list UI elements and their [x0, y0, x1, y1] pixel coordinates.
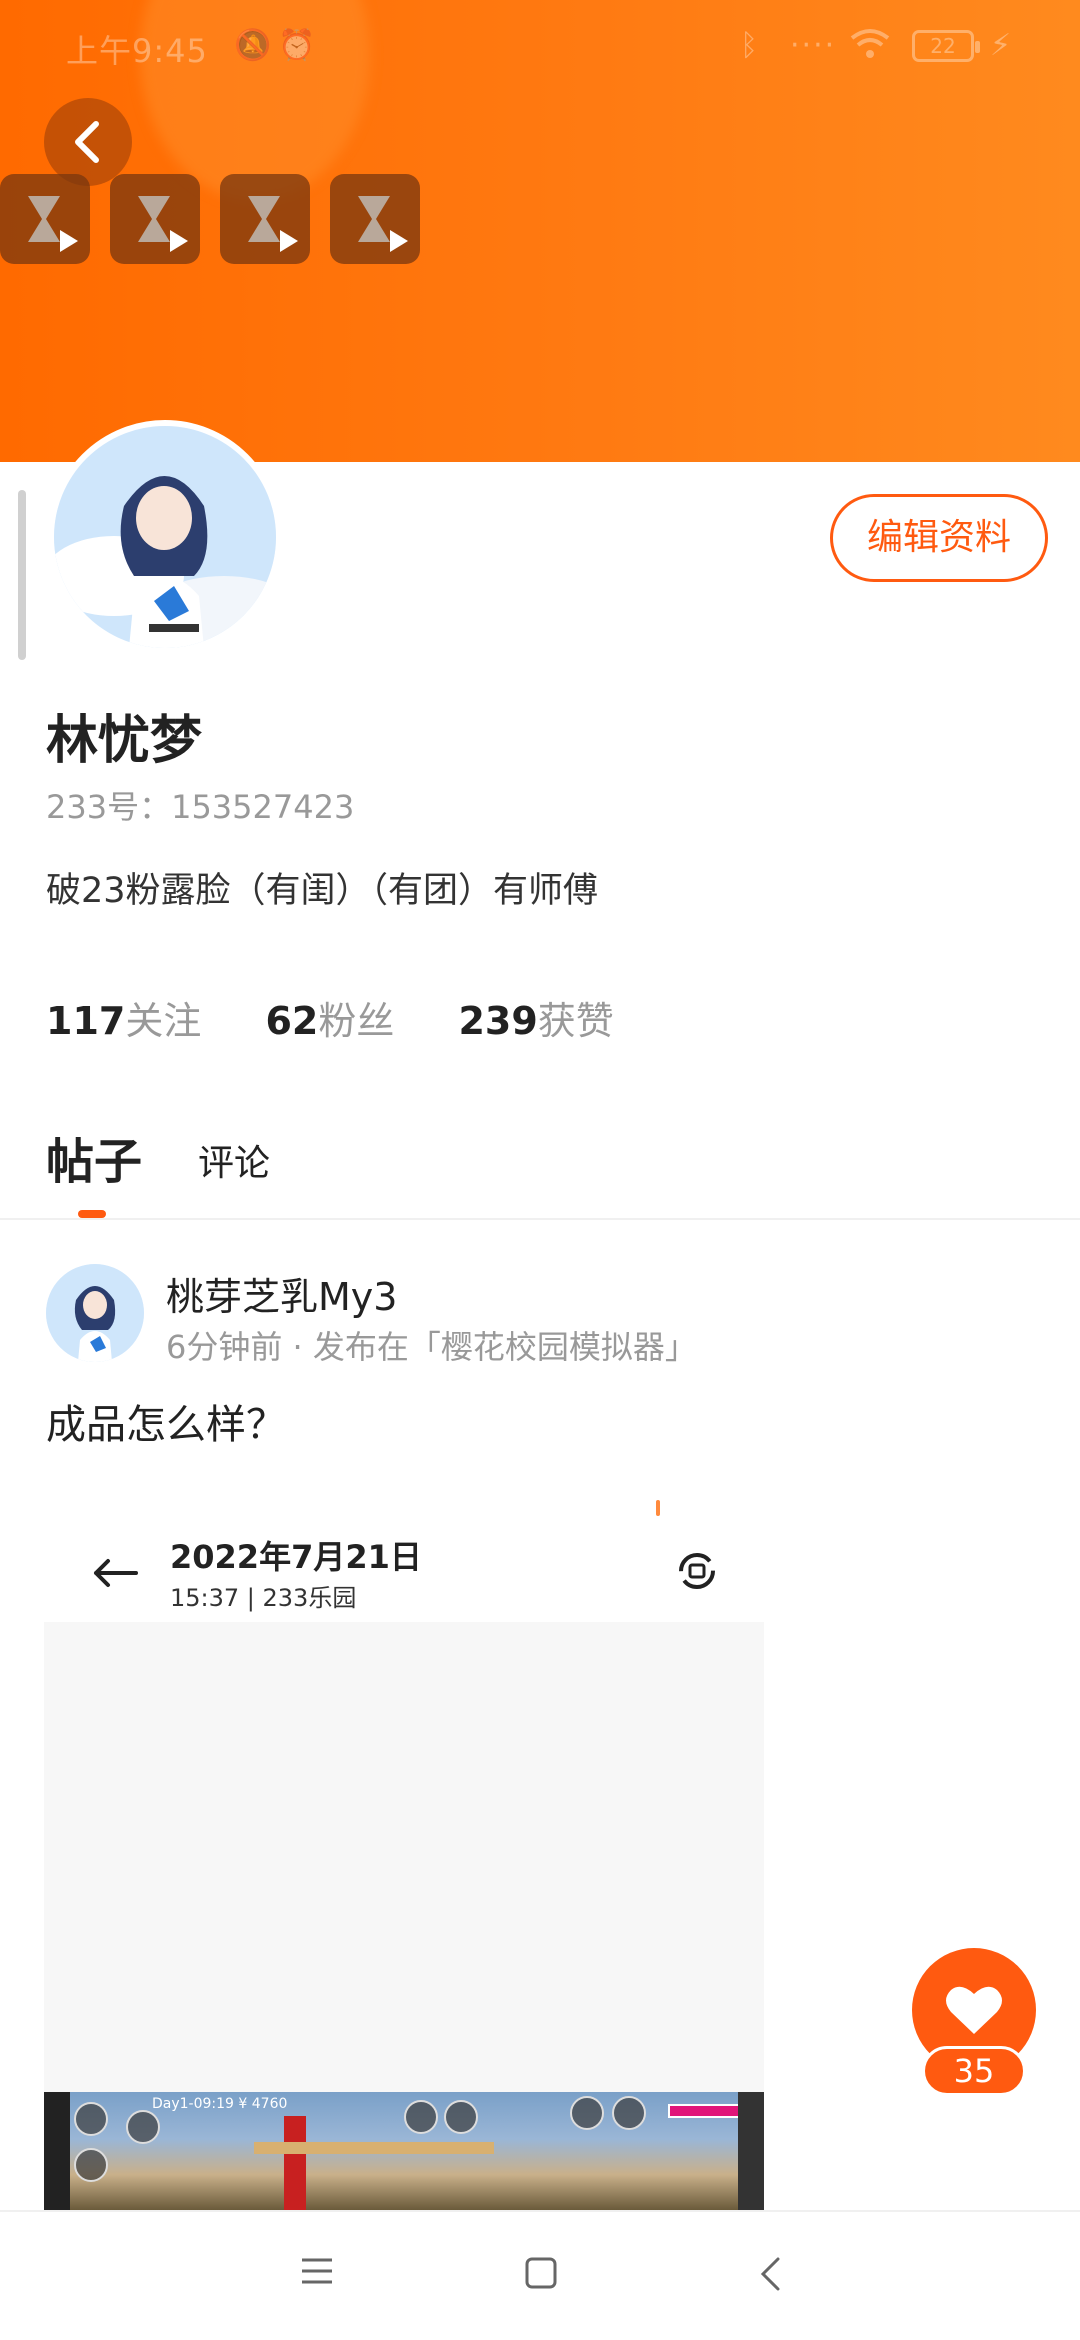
like-count: 35: [922, 2046, 1026, 2096]
status-time: 上午9:45: [66, 32, 208, 70]
image-blank-area: [44, 1622, 764, 2092]
stat-following[interactable]: 117关注: [46, 990, 201, 1045]
rotate-icon: [679, 1553, 715, 1589]
post-author-avatar[interactable]: [46, 1264, 144, 1362]
post-meta: 6分钟前 · 发布在「樱花校园模拟器」: [166, 1328, 697, 1366]
stat-likes-label: 获赞: [537, 999, 614, 1043]
post-author-name[interactable]: 桃芽芝乳My3: [166, 1266, 397, 1321]
stat-following-count: 117: [46, 999, 126, 1043]
stat-following-label: 关注: [125, 999, 202, 1043]
hourglass-play-icon: [358, 196, 390, 242]
tab-posts[interactable]: 帖子: [46, 1122, 142, 1192]
post-avatar-image: [46, 1264, 144, 1362]
profile-name: 林忧梦: [46, 711, 203, 771]
profile-header-banner: 上午9:45 🔕 ⏰ ᛒ ···· 22 ⚡: [0, 0, 1080, 462]
stat-likes[interactable]: 239获赞: [458, 990, 613, 1045]
avatar-image: [54, 426, 276, 648]
divider: [0, 1218, 1080, 1220]
home-icon[interactable]: [524, 2256, 558, 2290]
play-icon: [60, 230, 78, 252]
mute-icon: 🔕: [234, 28, 272, 63]
screenshot-subtitle: 15:37 | 233乐园: [170, 1584, 357, 1612]
stat-likes-count: 239: [458, 999, 538, 1043]
profile-avatar[interactable]: [48, 420, 282, 654]
game-items-button: [74, 2148, 108, 2182]
game-menu-button: [74, 2102, 108, 2136]
post-text: 成品怎么样？: [46, 1402, 286, 1448]
battery-icon: 22: [912, 30, 980, 62]
hourglass-play-icon: [138, 196, 170, 242]
game-gate: [254, 2142, 494, 2202]
game-load-button: [444, 2100, 478, 2134]
game-right-bar: [738, 2092, 764, 2210]
profile-id: 233号：153527423: [46, 788, 355, 826]
stat-followers[interactable]: 62粉丝: [265, 990, 394, 1045]
profile-stats: 117关注 62粉丝 239获赞: [46, 990, 666, 1045]
play-icon: [280, 230, 298, 252]
back-button[interactable]: [44, 98, 132, 186]
system-nav-bar: [0, 2210, 1080, 2340]
image-marker: [656, 1500, 660, 1516]
hourglass-play-icon: [28, 196, 60, 242]
status-bar: 上午9:45 🔕 ⏰ ᛒ ···· 22 ⚡: [0, 22, 1080, 78]
nav-back-icon[interactable]: [758, 2256, 782, 2292]
charging-icon: ⚡: [990, 28, 1012, 63]
bluetooth-icon: ᛒ: [740, 28, 758, 63]
profile-screen: 上午9:45 🔕 ⏰ ᛒ ···· 22 ⚡ 编辑资料 林忧梦 233号：153…: [0, 0, 1080, 2340]
menu-icon[interactable]: [300, 2256, 334, 2286]
signal-icon: ····: [790, 28, 837, 63]
stat-followers-label: 粉丝: [318, 999, 395, 1043]
media-tile-4[interactable]: [330, 174, 420, 264]
media-tile-3[interactable]: [220, 174, 310, 264]
game-photo-button: [612, 2096, 646, 2130]
wifi-icon: [850, 28, 890, 68]
stat-followers-count: 62: [265, 999, 319, 1043]
game-screenshot: Day1-09:19 ¥ 4760: [44, 2092, 764, 2210]
edit-profile-button[interactable]: 编辑资料: [830, 494, 1048, 582]
scroll-indicator: [18, 490, 26, 660]
heart-icon: [946, 1986, 1002, 2034]
post-image[interactable]: 2022年7月21日 15:37 | 233乐园 Day1-09:19 ¥ 47…: [44, 1500, 764, 2210]
arrow-left-icon: [94, 1559, 138, 1587]
back-icon: [75, 121, 99, 163]
profile-bio: 破23粉露脸（有闺）（有团）有师傅: [46, 871, 599, 911]
game-hud: Day1-09:19 ¥ 4760: [152, 2096, 288, 2112]
tab-active-indicator: [78, 1210, 106, 1218]
game-camera-button: [570, 2096, 604, 2130]
media-tile-2[interactable]: [110, 174, 200, 264]
game-map-button: [126, 2110, 160, 2144]
game-save-button: [404, 2100, 438, 2134]
hourglass-play-icon: [248, 196, 280, 242]
play-icon: [170, 230, 188, 252]
play-icon: [390, 230, 408, 252]
tab-comments[interactable]: 评论: [198, 1134, 270, 1186]
screenshot-date: 2022年7月21日: [170, 1538, 422, 1576]
game-left-bar: [44, 2092, 70, 2210]
alarm-icon: ⏰: [278, 28, 316, 63]
media-tile-1[interactable]: [0, 174, 90, 264]
